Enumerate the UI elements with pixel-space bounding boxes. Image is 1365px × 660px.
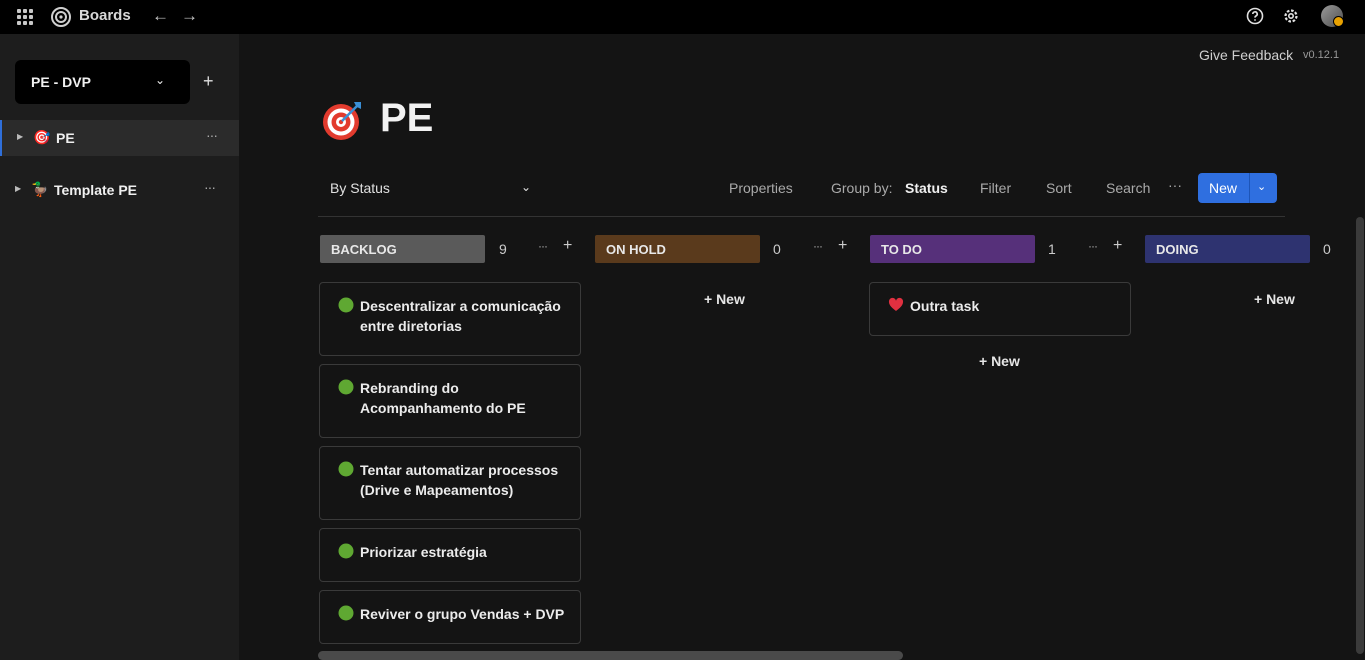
target-icon: 🎯: [33, 129, 51, 145]
version-label: v0.12.1: [1303, 49, 1340, 61]
chevron-down-icon[interactable]: ⌄: [521, 180, 531, 194]
toolbar-divider: [318, 216, 1285, 217]
arrow-right-icon[interactable]: →: [181, 6, 198, 26]
arrow-left-icon[interactable]: ←: [152, 6, 169, 26]
card[interactable]: Outra task: [869, 282, 1131, 336]
vertical-scrollbar[interactable]: [1356, 217, 1364, 654]
green-circle-icon: [338, 605, 354, 621]
column-count: 0: [773, 241, 781, 257]
add-new-card-button[interactable]: + New: [979, 353, 1020, 369]
add-new-card-button[interactable]: + New: [1254, 291, 1295, 307]
caret-right-icon[interactable]: ▶: [15, 184, 21, 193]
green-circle-icon: [338, 543, 354, 559]
sort-button[interactable]: Sort: [1046, 180, 1072, 196]
column-header-to-do[interactable]: TO DO: [870, 235, 1035, 263]
sidebar-item-label: PE: [56, 130, 75, 146]
chevron-down-icon: ⌄: [155, 73, 166, 87]
column-name: DOING: [1156, 242, 1199, 257]
column-name: BACKLOG: [331, 242, 397, 257]
button-divider: [1249, 173, 1250, 203]
card[interactable]: Rebranding do Acompanhamento do PE: [319, 364, 581, 438]
gear-icon[interactable]: [1282, 7, 1300, 25]
more-options-icon[interactable]: ···: [1088, 239, 1098, 253]
duck-icon: 🦆: [31, 181, 49, 197]
column-count: 9: [499, 241, 507, 257]
sidebar: PE - DVP ⌄ + ▶ 🎯 PE ··· ▶ 🦆 Template PE …: [0, 34, 239, 660]
chevron-down-icon[interactable]: ⌄: [1257, 180, 1266, 193]
give-feedback-link[interactable]: Give Feedback: [1199, 47, 1293, 63]
more-options-icon[interactable]: ···: [204, 179, 216, 195]
help-icon[interactable]: [1246, 7, 1264, 25]
group-by-button[interactable]: Group by:: [831, 180, 892, 196]
search-button[interactable]: Search: [1106, 180, 1150, 196]
column-name: ON HOLD: [606, 242, 666, 257]
card[interactable]: Descentralizar a comunicação entre diret…: [319, 282, 581, 356]
more-options-icon[interactable]: ···: [1168, 177, 1182, 193]
card-title: Outra task: [910, 298, 980, 314]
green-circle-icon: [338, 379, 354, 395]
add-card-icon[interactable]: +: [1113, 237, 1122, 255]
column-count: 0: [1323, 241, 1331, 257]
column-header-doing[interactable]: DOING: [1145, 235, 1310, 263]
view-selector[interactable]: By Status: [330, 180, 390, 196]
new-card-button[interactable]: New ⌄: [1198, 173, 1277, 203]
properties-button[interactable]: Properties: [729, 180, 793, 196]
column-header-on-hold[interactable]: ON HOLD: [595, 235, 760, 263]
new-button-label: New: [1209, 180, 1238, 196]
card[interactable]: Reviver o grupo Vendas + DVP: [319, 590, 581, 644]
card[interactable]: Priorizar estratégia: [319, 528, 581, 582]
sidebar-item-label: Template PE: [54, 182, 137, 198]
card-title: Priorizar estratégia: [360, 544, 487, 560]
card-title: Tentar automatizar processos (Drive e Ma…: [360, 462, 559, 498]
filter-button[interactable]: Filter: [980, 180, 1011, 196]
column-count: 1: [1048, 241, 1056, 257]
sidebar-item-pe[interactable]: ▶ 🎯 PE ···: [0, 120, 239, 156]
app-title: Boards: [79, 7, 131, 24]
add-new-card-button[interactable]: + New: [704, 291, 745, 307]
boards-logo-icon[interactable]: [50, 6, 72, 28]
apps-grid-icon[interactable]: [17, 9, 33, 25]
add-card-icon[interactable]: +: [563, 237, 572, 255]
column-name: TO DO: [881, 242, 922, 257]
workspace-label: PE - DVP: [31, 74, 91, 90]
board-view: Give Feedback v0.12.1 PE By Status ⌄ Pro…: [239, 34, 1365, 660]
card[interactable]: Tentar automatizar processos (Drive e Ma…: [319, 446, 581, 520]
add-card-icon[interactable]: +: [838, 237, 847, 255]
card-title: Descentralizar a comunicação entre diret…: [360, 298, 561, 334]
status-badge: [1333, 16, 1344, 27]
column-header-backlog[interactable]: BACKLOG: [320, 235, 485, 263]
more-options-icon[interactable]: ···: [206, 127, 218, 143]
page-title: PE: [380, 96, 434, 140]
target-icon[interactable]: [321, 98, 365, 142]
heart-icon: [888, 297, 904, 311]
more-options-icon[interactable]: ···: [538, 239, 548, 253]
more-options-icon[interactable]: ···: [813, 239, 823, 253]
top-bar: Boards ← →: [0, 0, 1365, 34]
workspace-switcher[interactable]: PE - DVP ⌄: [15, 60, 190, 104]
sidebar-item-template-pe[interactable]: ▶ 🦆 Template PE ···: [0, 172, 239, 208]
horizontal-scrollbar[interactable]: [318, 651, 903, 660]
add-board-button[interactable]: +: [203, 71, 214, 92]
card-title: Reviver o grupo Vendas + DVP: [360, 606, 565, 622]
card-title: Rebranding do Acompanhamento do PE: [360, 380, 526, 416]
group-by-value[interactable]: Status: [905, 180, 948, 196]
green-circle-icon: [338, 297, 354, 313]
caret-right-icon[interactable]: ▶: [17, 132, 23, 141]
green-circle-icon: [338, 461, 354, 477]
